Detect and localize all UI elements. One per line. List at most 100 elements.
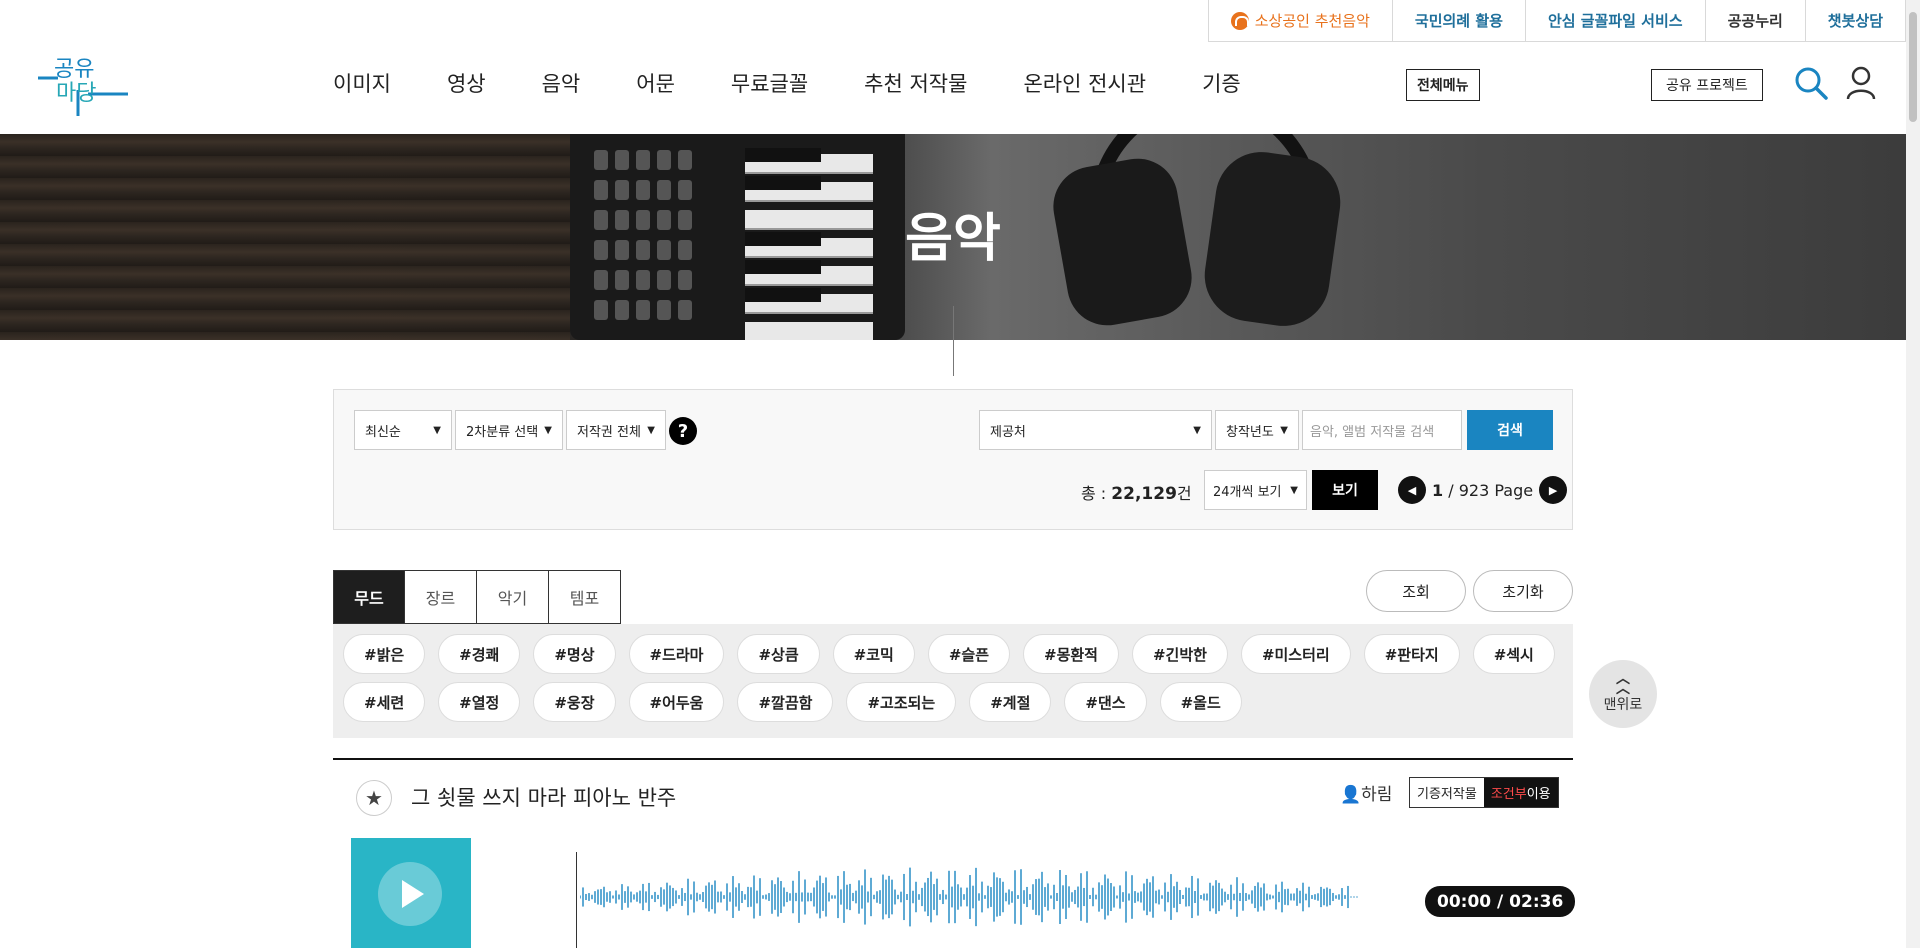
nav-item-free-fonts[interactable]: 무료글꼴	[731, 68, 808, 98]
headphone-icon	[1230, 11, 1249, 30]
mood-tag[interactable]: #슬픈	[927, 634, 1010, 674]
nav-item-text[interactable]: 어문	[636, 68, 675, 98]
hero-midi-pad	[636, 300, 650, 320]
back-to-top-button[interactable]: ︿ ︿ 맨위로	[1589, 660, 1657, 728]
mood-tag[interactable]: #명상	[533, 634, 616, 674]
mood-tag[interactable]: #판타지	[1363, 634, 1460, 674]
copyright-select[interactable]: 저작권 전체 ▼	[566, 410, 666, 450]
lookup-button[interactable]: 조회	[1366, 570, 1466, 612]
mood-tag[interactable]: #상큼	[737, 634, 820, 674]
current-page: 1	[1432, 480, 1444, 500]
utility-link-kogl[interactable]: 공공누리	[1706, 0, 1806, 41]
next-page-icon[interactable]: ▶	[1539, 476, 1568, 504]
utility-link-small-business-music[interactable]: 소상공인 추천음악	[1209, 0, 1393, 41]
track-time: 00:00 / 02:36	[1425, 886, 1576, 917]
double-chevron-up-icon: ︿ ︿	[1616, 671, 1630, 697]
person-icon: 👤	[1340, 785, 1362, 805]
utility-link-safe-font[interactable]: 안심 글꼴파일 서비스	[1526, 0, 1706, 41]
sort-select[interactable]: 최신순 ▼	[354, 410, 452, 450]
year-select[interactable]: 창작년도 ▼	[1215, 410, 1299, 450]
view-button[interactable]: 보기	[1312, 470, 1378, 510]
favorite-star-icon[interactable]: ★	[356, 780, 392, 816]
mood-tag[interactable]: #댄스	[1064, 682, 1147, 722]
hero-midi-pad	[594, 270, 608, 290]
mood-tag[interactable]: #몽환적	[1023, 634, 1119, 674]
utility-link-national-ceremony[interactable]: 국민의례 활용	[1393, 0, 1526, 41]
play-icon[interactable]	[378, 862, 442, 926]
mood-tag[interactable]: #섹시	[1472, 634, 1555, 674]
chevron-down-icon: ▼	[1193, 424, 1201, 436]
mood-tag[interactable]: #깔끔함	[737, 682, 834, 722]
provider-select[interactable]: 제공처 ▼	[979, 410, 1212, 450]
main-nav: 이미지 영상 음악 어문 무료글꼴 추천 저작물 온라인 전시관 기증	[333, 68, 1297, 98]
hero-midi-pad	[657, 300, 671, 320]
hero-midi-pad	[615, 300, 629, 320]
utility-link-chatbot[interactable]: 챗봇상담	[1806, 0, 1906, 41]
nav-item-recommended[interactable]: 추천 저작물	[864, 68, 967, 98]
mood-tag[interactable]: #긴박한	[1131, 634, 1228, 674]
mood-tag[interactable]: #미스터리	[1240, 634, 1351, 674]
track-artist: 👤하림	[1340, 785, 1393, 805]
hero-midi-pad	[636, 270, 650, 290]
nav-item-online-exhibition[interactable]: 온라인 전시관	[1023, 68, 1146, 98]
mood-tag[interactable]: #웅장	[533, 682, 616, 722]
mood-tag[interactable]: #어두움	[628, 682, 725, 722]
hero-midi-pad	[594, 150, 608, 170]
tab-instrument[interactable]: 악기	[477, 570, 549, 624]
tag-panel: #밝은 #경쾌 #명상 #드라마 #상큼 #코믹 #슬픈 #몽환적 #긴박한 #미스터리 #판타지 #…	[333, 624, 1573, 738]
logo-text-bottom: 마당	[56, 81, 96, 106]
track-title[interactable]: 그 쇳물 쓰지 마라 피아노 반주	[411, 782, 676, 812]
page-total: / 923 Page	[1443, 480, 1534, 500]
user-icon[interactable]	[1846, 66, 1876, 100]
nav-item-image[interactable]: 이미지	[333, 68, 391, 98]
mood-tag[interactable]: #코믹	[832, 634, 915, 674]
page-scrollbar[interactable]	[1906, 0, 1920, 948]
tab-mood[interactable]: 무드	[333, 570, 405, 624]
reset-button[interactable]: 초기화	[1473, 570, 1573, 612]
filter-panel: 최신순 ▼ 2차분류 선택 ▼ 저작권 전체 ▼ ? 제공처 ▼ 창작년도 ▼ 음악, 앨…	[333, 389, 1573, 530]
keyword-search-input[interactable]: 음악, 앨범 저작물 검색	[1302, 410, 1462, 450]
per-page-select[interactable]: 24개씩 보기 ▼	[1204, 470, 1307, 510]
help-icon[interactable]: ?	[669, 417, 697, 445]
hero-piano-black-key	[745, 176, 821, 190]
nav-item-music[interactable]: 음악	[542, 68, 581, 98]
scrollbar-thumb[interactable]	[1909, 12, 1917, 122]
chevron-down-icon: ▼	[647, 424, 655, 436]
total-count: 총 : 22,129건	[1081, 484, 1192, 504]
hero-midi-pad	[657, 270, 671, 290]
hero-midi-pad	[678, 300, 692, 320]
search-icon[interactable]	[1794, 66, 1828, 100]
mood-tag[interactable]: #계절	[969, 682, 1052, 722]
hero-piano-black-key	[745, 148, 821, 162]
mood-tag[interactable]: #밝은	[343, 634, 426, 674]
mood-tag[interactable]: #고조되는	[846, 682, 957, 722]
tab-tempo[interactable]: 템포	[549, 570, 621, 624]
hero-midi-pad	[615, 270, 629, 290]
chevron-down-icon: ▼	[433, 424, 441, 436]
hero-divider-line	[953, 306, 954, 376]
mood-tag[interactable]: #올드	[1159, 682, 1242, 722]
prev-page-icon[interactable]: ◀	[1398, 476, 1426, 504]
audio-waveform[interactable]	[580, 865, 1360, 929]
mood-tag[interactable]: #세련	[343, 682, 426, 722]
hero-piano-key	[745, 322, 873, 340]
category2-select[interactable]: 2차분류 선택 ▼	[455, 410, 563, 450]
hero-midi-pad	[615, 150, 629, 170]
search-button[interactable]: 검색	[1467, 410, 1553, 450]
logo-text-top: 공유	[54, 57, 94, 82]
all-menu-button[interactable]: 전체메뉴	[1406, 69, 1480, 101]
mood-tag[interactable]: #경쾌	[438, 634, 521, 674]
track-list-divider	[333, 758, 1573, 760]
nav-item-donation[interactable]: 기증	[1202, 68, 1241, 98]
mood-tag[interactable]: #열정	[438, 682, 521, 722]
nav-item-video[interactable]: 영상	[447, 68, 486, 98]
chevron-down-icon: ▼	[544, 424, 552, 436]
hero-midi-pad	[636, 150, 650, 170]
waveform-playhead	[576, 852, 577, 948]
page-title: 음악	[905, 209, 1001, 269]
share-project-button[interactable]: 공유 프로젝트	[1651, 69, 1763, 101]
logo[interactable]: 공유 마당	[36, 50, 131, 120]
hero-midi-pad	[657, 150, 671, 170]
tab-genre[interactable]: 장르	[405, 570, 477, 624]
mood-tag[interactable]: #드라마	[628, 634, 725, 674]
